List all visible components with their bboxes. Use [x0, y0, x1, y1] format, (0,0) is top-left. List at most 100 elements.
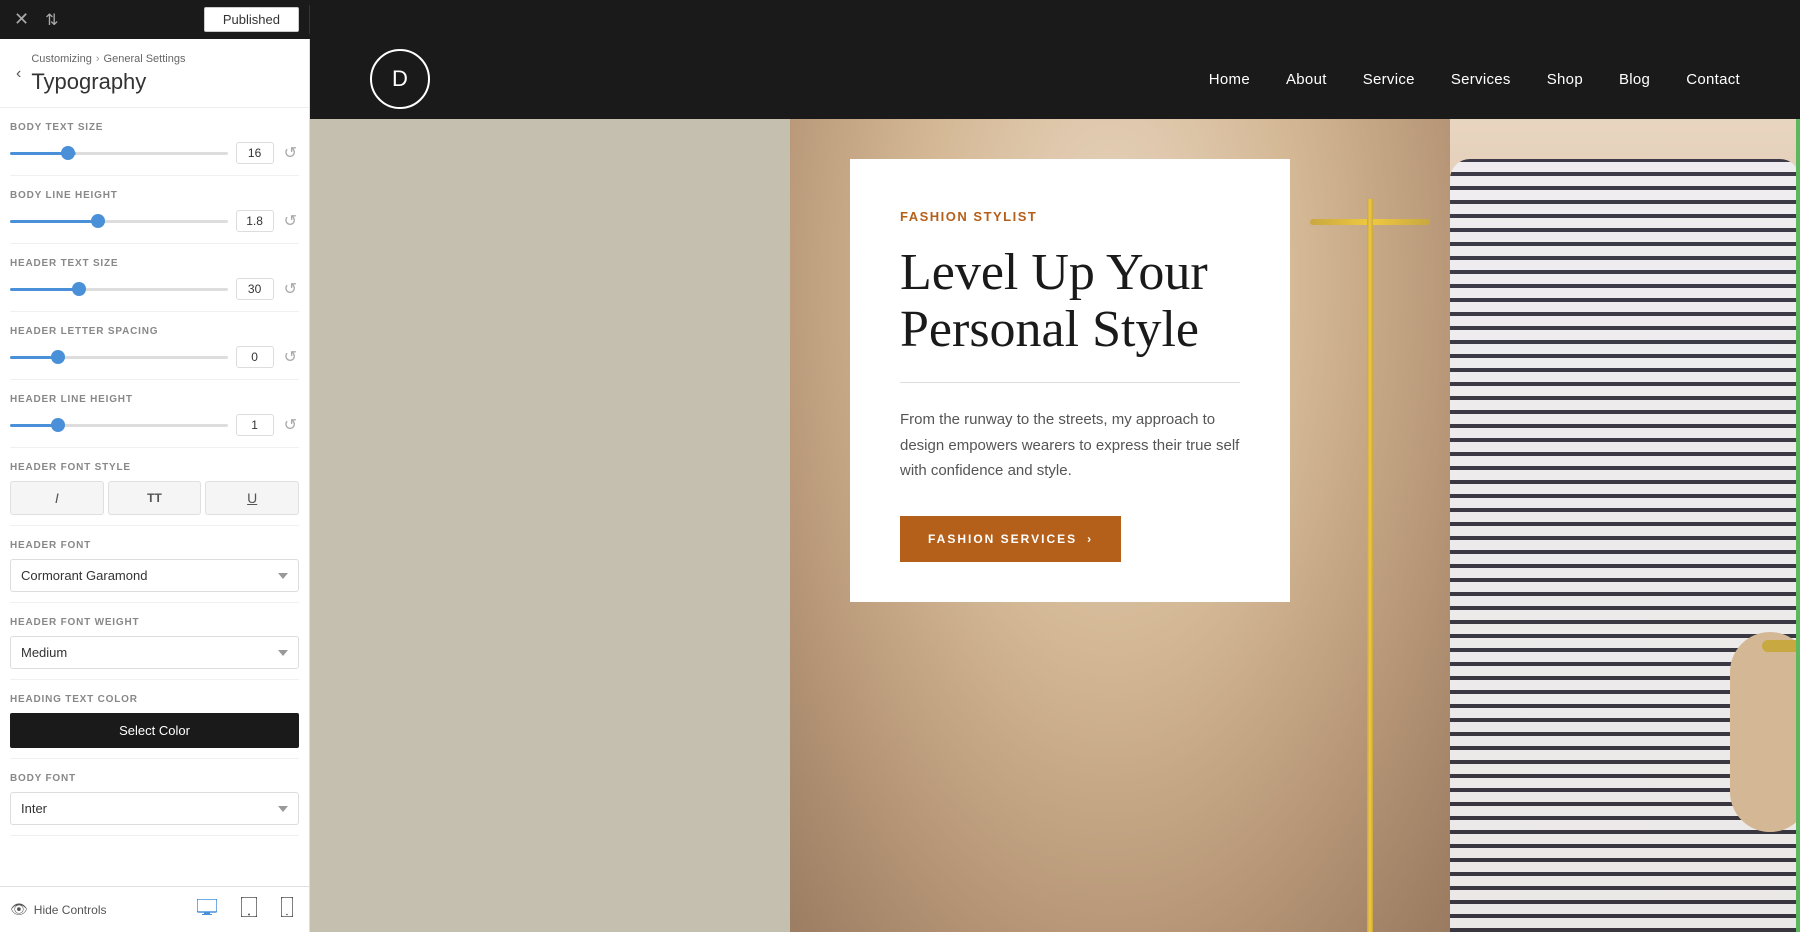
content-card: FASHION STYLIST Level Up Your Personal S… [850, 159, 1290, 602]
tablet-icon [241, 897, 257, 917]
underline-button[interactable]: U [205, 481, 299, 515]
main-layout: ‹ Customizing › General Settings Typogra… [0, 39, 1800, 932]
body-line-height-reset[interactable]: ↺ [282, 209, 299, 233]
header-font-weight-select[interactable]: Thin Light Regular Medium Bold [10, 636, 299, 669]
body-text-size-label: BODY TEXT SIZE [10, 122, 299, 133]
header-text-size-value[interactable] [236, 278, 274, 300]
nav-home[interactable]: Home [1209, 71, 1250, 88]
nav-shop[interactable]: Shop [1547, 71, 1583, 88]
divi-edit-bar [1796, 119, 1800, 932]
header-text-size-label: HEADER TEXT SIZE [10, 258, 299, 269]
header-letter-spacing-label: HEADER LETTER SPACING [10, 326, 299, 337]
desktop-view-button[interactable] [191, 897, 223, 922]
header-line-height-slider-container [10, 415, 228, 435]
header-line-height-reset[interactable]: ↺ [282, 413, 299, 437]
header-text-size-slider[interactable] [10, 288, 228, 291]
panel-header-row: ‹ Customizing › General Settings Typogra… [16, 53, 293, 95]
card-heading-line2: Personal Style [900, 301, 1199, 358]
header-font-group: HEADER FONT Cormorant Garamond Inter Pla… [10, 526, 299, 603]
header-line-height-row: ↺ [10, 413, 299, 437]
header-font-weight-label: HEADER FONT WEIGHT [10, 617, 299, 628]
body-font-select[interactable]: Inter Arial Georgia Roboto [10, 792, 299, 825]
heading-text-color-group: HEADING TEXT COLOR Select Color [10, 680, 299, 759]
header-line-height-label: HEADER LINE HEIGHT [10, 394, 299, 405]
breadcrumb-sep: › [96, 53, 100, 65]
header-line-height-slider[interactable] [10, 424, 228, 427]
header-line-height-group: HEADER LINE HEIGHT ↺ [10, 380, 299, 448]
body-text-size-reset[interactable]: ↺ [282, 141, 299, 165]
hero-side-image [1450, 119, 1800, 932]
card-heading: Level Up Your Personal Style [900, 244, 1240, 358]
body-line-height-label: BODY LINE HEIGHT [10, 190, 299, 201]
body-line-height-slider-container [10, 211, 228, 231]
card-tag: FASHION STYLIST [900, 209, 1240, 224]
panel-title: Typography [31, 69, 185, 95]
bracelet-decoration [1762, 640, 1800, 652]
card-body-text: From the runway to the streets, my appro… [900, 407, 1240, 484]
top-bar: ✕ ⇅ Published [0, 0, 1800, 39]
tablet-view-button[interactable] [235, 895, 263, 924]
body-line-height-group: BODY LINE HEIGHT ↺ [10, 176, 299, 244]
body-line-height-row: ↺ [10, 209, 299, 233]
panel-header: ‹ Customizing › General Settings Typogra… [0, 39, 309, 108]
rack-vertical-bar [1367, 199, 1373, 932]
header-letter-spacing-row: ↺ [10, 345, 299, 369]
header-letter-spacing-reset[interactable]: ↺ [282, 345, 299, 369]
header-text-size-row: ↺ [10, 277, 299, 301]
header-font-style-group: HEADER FONT STYLE I TT U [10, 448, 299, 526]
body-text-size-slider-container [10, 143, 228, 163]
nav-contact[interactable]: Contact [1686, 71, 1740, 88]
nav-service[interactable]: Service [1363, 71, 1415, 88]
card-divider [900, 382, 1240, 383]
left-panel: ‹ Customizing › General Settings Typogra… [0, 39, 310, 932]
eye-icon: 👁 [10, 901, 28, 918]
body-text-size-value[interactable] [236, 142, 274, 164]
controls: BODY TEXT SIZE ↺ BODY LINE HEIGHT [0, 108, 309, 886]
header-text-size-reset[interactable]: ↺ [282, 277, 299, 301]
italic-button[interactable]: I [10, 481, 104, 515]
header-letter-spacing-slider-container [10, 347, 228, 367]
close-button[interactable]: ✕ [10, 5, 33, 34]
breadcrumb-end: General Settings [104, 53, 186, 65]
body-font-label: BODY FONT [10, 773, 299, 784]
header-text-size-slider-container [10, 279, 228, 299]
hide-controls-label: Hide Controls [34, 903, 107, 917]
color-picker-button[interactable]: Select Color [10, 713, 299, 748]
body-line-height-slider[interactable] [10, 220, 228, 223]
header-letter-spacing-group: HEADER LETTER SPACING ↺ [10, 312, 299, 380]
body-text-size-slider[interactable] [10, 152, 228, 155]
mobile-icon [281, 897, 293, 917]
body-line-height-value[interactable] [236, 210, 274, 232]
hide-controls-button[interactable]: 👁 Hide Controls [10, 901, 179, 918]
mobile-view-button[interactable] [275, 895, 299, 924]
preview-area: D Home About Service Services Shop Blog … [310, 39, 1800, 932]
header-line-height-value[interactable] [236, 414, 274, 436]
header-letter-spacing-slider[interactable] [10, 356, 228, 359]
header-font-select[interactable]: Cormorant Garamond Inter Playfair Displa… [10, 559, 299, 592]
cta-arrow: › [1087, 532, 1093, 546]
nav-about[interactable]: About [1286, 71, 1327, 88]
hero-right: FASHION STYLIST Level Up Your Personal S… [790, 119, 1800, 932]
clothing-rack [1350, 199, 1390, 932]
cta-label: FASHION SERVICES [928, 532, 1077, 546]
header-font-style-label: HEADER FONT STYLE [10, 462, 299, 473]
top-bar-left: ✕ ⇅ Published [0, 5, 310, 34]
site-logo: D [370, 49, 430, 109]
back-button[interactable]: ‹ [16, 63, 27, 85]
cta-button[interactable]: FASHION SERVICES › [900, 516, 1121, 562]
breadcrumb-start: Customizing [31, 53, 92, 65]
nav-services[interactable]: Services [1451, 71, 1511, 88]
site-nav: Home About Service Services Shop Blog Co… [1209, 71, 1740, 88]
header-letter-spacing-value[interactable] [236, 346, 274, 368]
breadcrumb-text: Customizing › General Settings [31, 53, 185, 65]
font-style-row: I TT U [10, 481, 299, 515]
header-font-label: HEADER FONT [10, 540, 299, 551]
card-heading-line1: Level Up Your [900, 244, 1208, 301]
heading-text-color-label: HEADING TEXT COLOR [10, 694, 299, 705]
nav-blog[interactable]: Blog [1619, 71, 1650, 88]
published-button[interactable]: Published [204, 7, 299, 32]
all-caps-button[interactable]: TT [108, 481, 202, 515]
body-text-size-row: ↺ [10, 141, 299, 165]
breadcrumb: Customizing › General Settings Typograph… [31, 53, 185, 95]
swap-button[interactable]: ⇅ [41, 6, 62, 34]
